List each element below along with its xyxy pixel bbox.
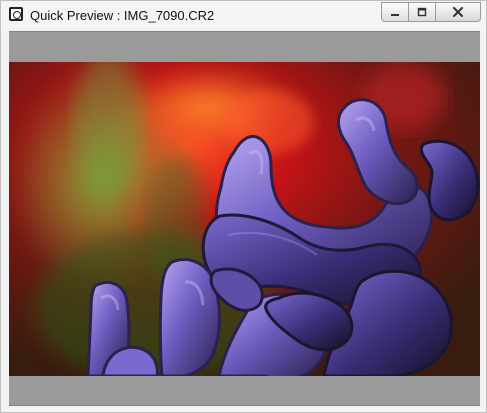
minimize-icon [391,14,399,16]
hyacinth-photo [9,62,480,376]
close-button[interactable] [435,2,481,22]
maximize-button[interactable] [408,2,436,22]
minimize-button[interactable] [381,2,409,22]
window-controls [381,2,481,22]
close-icon [453,7,463,17]
preview-area [9,31,480,406]
image-preview[interactable] [9,62,480,376]
camera-icon [9,7,23,21]
title-bar[interactable]: Quick Preview : IMG_7090.CR2 [1,1,486,29]
quick-preview-window: Quick Preview : IMG_7090.CR2 [0,0,487,413]
window-title: Quick Preview : IMG_7090.CR2 [30,8,215,23]
maximize-icon [417,7,427,17]
